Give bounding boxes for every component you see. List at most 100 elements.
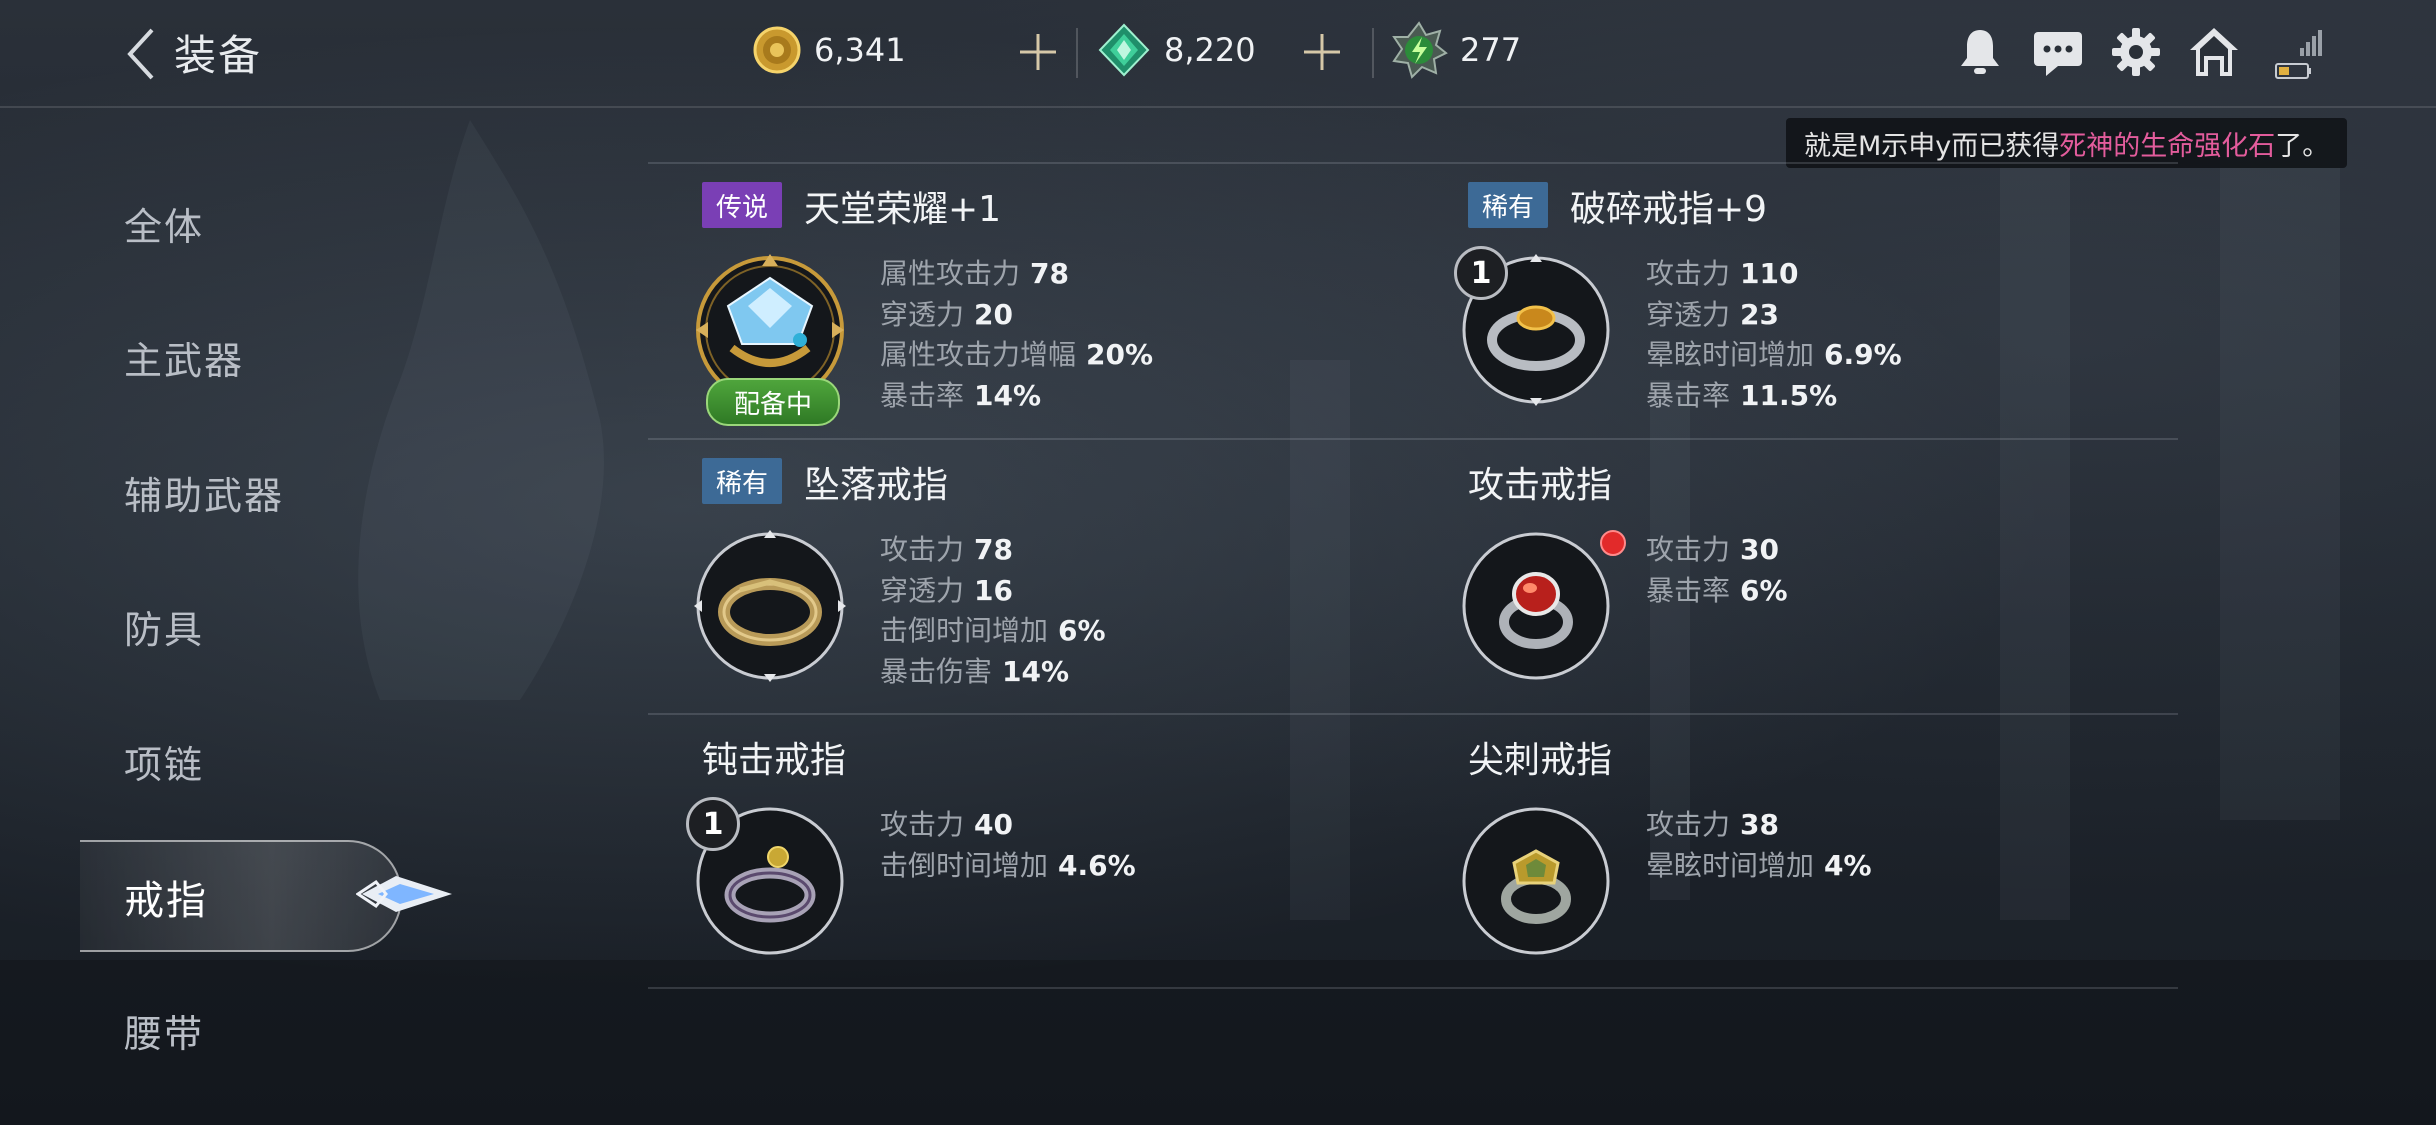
page-title: 装备 <box>174 31 263 80</box>
stat-row: 穿透力 20 <box>880 295 1153 336</box>
stat-label: 晕眩时间增加 <box>1646 848 1815 882</box>
stat-label: 属性攻击力 <box>880 257 1021 290</box>
stat-value: 38 <box>1740 808 1779 841</box>
stat-row: 穿透力 23 <box>1646 295 1902 336</box>
item-name: 坠落戒指 <box>804 465 949 506</box>
stat-value: 14% <box>1002 654 1070 688</box>
row-divider <box>648 713 2178 715</box>
stat-label: 攻击力 <box>1646 257 1731 290</box>
stat-value: 20% <box>1086 338 1154 371</box>
stat-row: 攻击力 40 <box>880 805 1136 846</box>
energy-amount: 277 <box>1460 31 1522 69</box>
add-gem-button[interactable] <box>1300 30 1344 74</box>
stat-value: 110 <box>1740 257 1799 290</box>
stat-label: 攻击力 <box>1646 808 1731 841</box>
stat-value: 11.5% <box>1740 378 1838 412</box>
back-icon[interactable] <box>118 24 168 84</box>
stat-label: 击倒时间增加 <box>880 848 1049 882</box>
notice-suffix: 了。 <box>2275 130 2330 162</box>
stat-value: 20 <box>974 297 1013 331</box>
selection-arrow-icon <box>356 876 452 912</box>
grade-badge: 传说 <box>702 182 783 228</box>
home-icon[interactable] <box>2186 24 2242 80</box>
stat-label: 穿透力 <box>880 297 965 331</box>
equipment-item[interactable]: 尖刺戒指 攻击力 38 晕眩时间增加 4% <box>1414 723 2174 983</box>
count-badge: 1 <box>1454 246 1508 300</box>
stat-row: 攻击力 78 <box>880 530 1106 571</box>
equipment-item[interactable]: 攻击戒指 攻击力 30 暴击率 6% <box>1414 448 2174 708</box>
sidebar-item-main-weapon[interactable]: 主武器 <box>124 330 244 385</box>
divider <box>1076 28 1078 78</box>
equipment-item[interactable]: 稀有 坠落戒指 攻击力 78 穿透力 16 击倒时间增加 6% 暴击伤害 14% <box>648 448 1408 708</box>
gold-amount: 6,341 <box>814 31 906 69</box>
item-stats: 攻击力 38 晕眩时间增加 4% <box>1646 805 1872 886</box>
stat-value: 78 <box>1030 257 1069 290</box>
stat-row: 暴击伤害 14% <box>880 652 1106 693</box>
sidebar-item-ring[interactable]: 戒指 <box>124 868 208 926</box>
stat-row: 属性攻击力 78 <box>880 254 1153 295</box>
stat-row: 晕眩时间增加 4% <box>1646 846 1872 887</box>
item-name: 破碎戒指+9 <box>1570 189 1768 230</box>
sidebar-item-armor[interactable]: 防具 <box>124 599 204 654</box>
gold-coin-icon <box>753 26 801 74</box>
stat-value: 6.9% <box>1824 338 1902 371</box>
stat-row: 暴击率 6% <box>1646 571 1788 612</box>
stat-value: 30 <box>1740 533 1779 566</box>
equipment-item[interactable]: 传说 天堂荣耀+1 配备中 属性攻击力 78 穿透力 20 属性攻击力增幅 20% 暴… <box>648 172 1408 432</box>
divider <box>1372 28 1374 78</box>
stat-row: 击倒时间增加 6% <box>880 611 1106 652</box>
stat-row: 击倒时间增加 4.6% <box>880 846 1136 887</box>
stat-label: 击倒时间增加 <box>880 614 1049 647</box>
gem-amount: 8,220 <box>1164 31 1256 69</box>
equipped-badge: 配备中 <box>706 378 840 426</box>
stat-label: 暴击率 <box>1646 573 1731 607</box>
chat-icon[interactable] <box>2030 24 2086 80</box>
top-bar: 装备 6,341 8,220 277 <box>0 0 2436 108</box>
stat-row: 穿透力 16 <box>880 571 1106 612</box>
row-divider <box>648 162 2178 164</box>
new-indicator-dot <box>1600 530 1626 556</box>
row-divider <box>648 987 2178 989</box>
item-stats: 攻击力 78 穿透力 16 击倒时间增加 6% 暴击伤害 14% <box>880 530 1106 692</box>
stat-label: 攻击力 <box>880 533 965 566</box>
equipment-item[interactable]: 钝击戒指 1 攻击力 40 击倒时间增加 4.6% <box>648 723 1408 983</box>
add-gold-button[interactable] <box>1016 30 1060 74</box>
item-name: 天堂荣耀+1 <box>804 189 1002 230</box>
sidebar-item-belt[interactable]: 腰带 <box>124 1003 204 1058</box>
gold-currency: 6,341 <box>752 22 906 78</box>
item-stats: 攻击力 40 击倒时间增加 4.6% <box>880 805 1136 886</box>
grade-badge: 稀有 <box>1468 182 1549 228</box>
item-stats: 攻击力 110 穿透力 23 晕眩时间增加 6.9% 暴击率 11.5% <box>1646 254 1902 416</box>
stat-label: 攻击力 <box>1646 533 1731 566</box>
system-notice: 就是M示申y而已获得 死神的生命强化石 了。 <box>1786 118 2348 168</box>
falling-ring-icon <box>694 530 846 682</box>
sidebar-item-all[interactable]: 全体 <box>124 196 204 251</box>
gem-currency: 8,220 <box>1096 22 1256 78</box>
stat-value: 6% <box>1740 573 1788 607</box>
stat-value: 4% <box>1824 848 1872 882</box>
spike-ring-icon <box>1462 807 1610 955</box>
item-stats: 属性攻击力 78 穿透力 20 属性攻击力增幅 20% 暴击率 14% <box>880 254 1153 416</box>
notice-highlight: 死神的生命强化石 <box>2059 130 2276 162</box>
stat-label: 攻击力 <box>880 808 965 841</box>
sidebar-item-sub-weapon[interactable]: 辅助武器 <box>124 465 284 520</box>
stat-row: 暴击率 11.5% <box>1646 376 1902 417</box>
equipment-item[interactable]: 稀有 破碎戒指+9 1 攻击力 110 穿透力 23 晕眩时间增加 6.9% 暴击率 1… <box>1414 172 2174 432</box>
stat-value: 16 <box>974 573 1013 607</box>
stat-value: 40 <box>974 808 1013 841</box>
attack-ring-icon <box>1462 532 1610 680</box>
gear-icon[interactable] <box>2108 24 2164 80</box>
stat-label: 暴击率 <box>880 378 965 412</box>
green-gem-icon <box>1098 23 1150 77</box>
stat-label: 属性攻击力增幅 <box>880 338 1077 371</box>
stat-value: 6% <box>1058 614 1106 647</box>
stat-label: 穿透力 <box>880 573 965 607</box>
stat-row: 攻击力 38 <box>1646 805 1872 846</box>
bell-icon[interactable] <box>1952 24 2008 80</box>
stat-row: 晕眩时间增加 6.9% <box>1646 335 1902 376</box>
stat-row: 属性攻击力增幅 20% <box>880 335 1153 376</box>
count-badge: 1 <box>686 797 740 851</box>
sidebar-item-necklace[interactable]: 项链 <box>124 734 204 789</box>
stat-label: 穿透力 <box>1646 297 1731 331</box>
energy-currency: 277 <box>1390 21 1522 79</box>
